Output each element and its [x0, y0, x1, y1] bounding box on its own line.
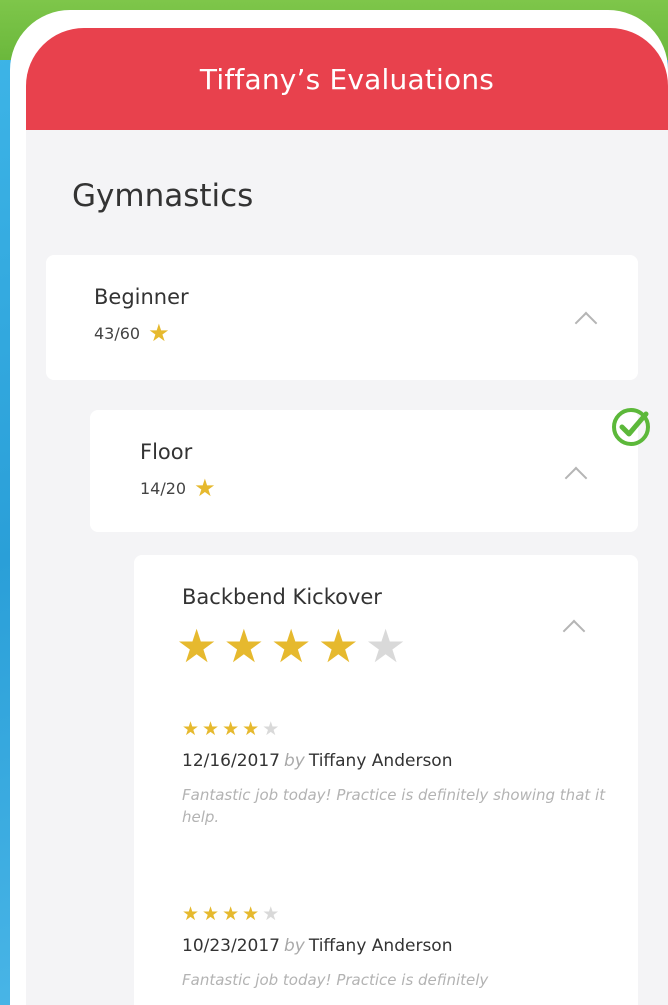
star-filled-icon: ★: [182, 903, 200, 925]
skill-rating-stars: ★ ★ ★ ★ ★: [176, 623, 406, 669]
star-filled-icon: ★: [242, 718, 260, 740]
event-score-row: 14/20 ★: [140, 476, 216, 500]
level-score-row: 43/60 ★: [94, 321, 170, 345]
section-title: Gymnastics: [72, 178, 254, 214]
review-by: by: [283, 751, 305, 771]
star-filled-icon: ★: [202, 903, 220, 925]
star-filled-icon: ★: [223, 619, 265, 673]
star-filled-icon: ★: [222, 718, 240, 740]
event-score: 14/20: [140, 478, 187, 498]
review-item: ★ ★ ★ ★ ★ 12/16/2017 by Tiffany Anderson Fanta…: [182, 720, 612, 829]
review-by: by: [283, 936, 305, 956]
review-comment: Fantastic job today! Practice is definit…: [182, 786, 606, 826]
star-filled-icon: ★: [270, 619, 312, 673]
evaluations-content: Gymnastics Beginner 43/60 ★ Floor 14/20 …: [26, 130, 668, 1005]
review-author: Tiffany Anderson: [308, 751, 453, 771]
event-card[interactable]: Floor 14/20 ★: [90, 410, 638, 532]
chevron-up-icon[interactable]: [574, 311, 598, 335]
header-title: Tiffany’s Evaluations: [199, 62, 495, 96]
app-screen: Tiffany’s Evaluations Gymnastics Beginne…: [10, 10, 668, 1005]
level-name: Beginner: [94, 285, 189, 309]
chevron-up-icon[interactable]: [562, 619, 586, 643]
star-filled-icon: ★: [242, 903, 260, 925]
chevron-up-icon[interactable]: [564, 466, 588, 490]
review-item: ★ ★ ★ ★ ★ 10/23/2017 by Tiffany Anderson Fanta…: [182, 905, 612, 992]
event-name: Floor: [140, 440, 193, 464]
app-header: Tiffany’s Evaluations: [26, 28, 668, 130]
star-empty-icon: ★: [262, 718, 280, 740]
star-filled-icon: ★: [202, 718, 220, 740]
star-empty-icon: ★: [365, 619, 407, 673]
skill-card[interactable]: Backbend Kickover ★ ★ ★ ★ ★ ★ ★ ★ ★ ★ 12/16/2017…: [134, 555, 638, 1005]
star-icon: ★: [148, 319, 170, 347]
review-rating-stars: ★ ★ ★ ★ ★: [182, 905, 612, 924]
review-date: 12/16/2017: [182, 751, 280, 771]
review-comment: Fantastic job today! Practice is definit…: [182, 971, 489, 989]
level-score: 43/60: [94, 323, 141, 343]
skill-name: Backbend Kickover: [182, 585, 382, 609]
review-author: Tiffany Anderson: [308, 936, 453, 956]
star-empty-icon: ★: [262, 903, 280, 925]
review-date: 10/23/2017: [182, 936, 280, 956]
star-filled-icon: ★: [222, 903, 240, 925]
star-filled-icon: ★: [182, 718, 200, 740]
review-rating-stars: ★ ★ ★ ★ ★: [182, 720, 612, 739]
review-meta: 10/23/2017 by Tiffany Anderson: [182, 936, 612, 956]
level-card[interactable]: Beginner 43/60 ★: [46, 255, 638, 380]
star-icon: ★: [194, 474, 216, 502]
completed-check-icon: [612, 408, 650, 446]
review-meta: 12/16/2017 by Tiffany Anderson: [182, 751, 612, 771]
star-filled-icon: ★: [317, 619, 359, 673]
star-filled-icon: ★: [176, 619, 218, 673]
